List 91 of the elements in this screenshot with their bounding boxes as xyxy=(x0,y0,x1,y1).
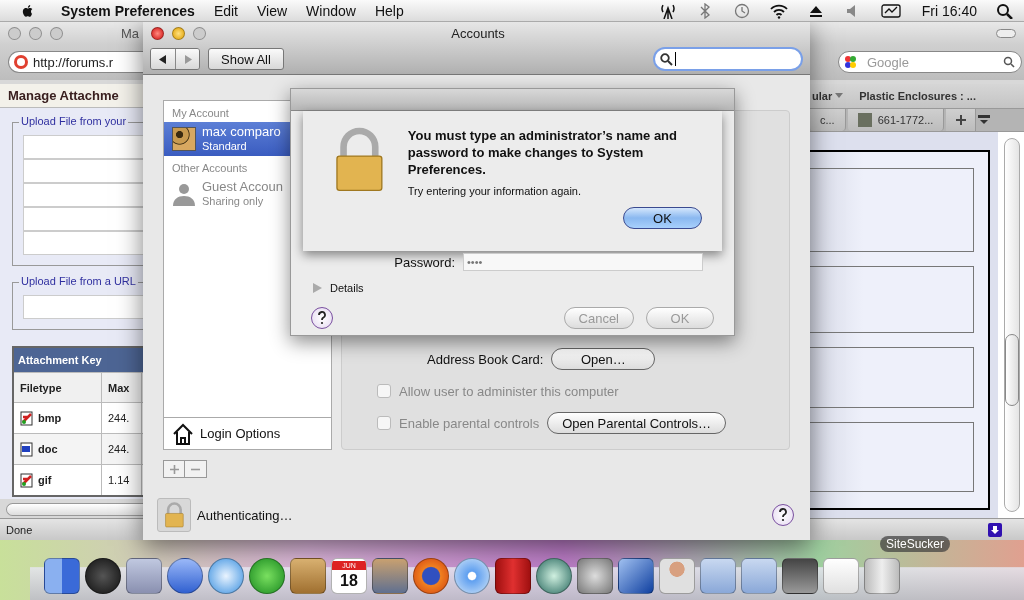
bookmark-item[interactable]: Plastic Enclosures : ... xyxy=(859,90,976,102)
dropdown-icon xyxy=(835,93,844,99)
group-legend: Upload File from your xyxy=(19,115,129,127)
checkbox-label: Allow user to administer this computer xyxy=(399,383,619,399)
person-silhouette-icon xyxy=(172,182,196,206)
alert-title: You must type an administrator’s name and password to make changes to System Preferences. xyxy=(407,127,678,178)
alert-message: Try entering your information again. xyxy=(407,185,583,197)
remove-button[interactable] xyxy=(185,460,207,478)
menu-item[interactable]: Edit xyxy=(213,2,238,19)
toolbar-toggle-button[interactable] xyxy=(996,28,1016,38)
search-icon xyxy=(660,52,673,66)
back-button[interactable] xyxy=(151,49,175,69)
app-icon[interactable] xyxy=(618,558,654,594)
down-arrow-icon xyxy=(991,525,999,534)
address-field[interactable]: http://forums.r xyxy=(8,51,143,73)
person-icon[interactable] xyxy=(659,558,695,594)
question-mark-icon xyxy=(317,311,327,325)
menu-item[interactable]: Window xyxy=(306,2,356,19)
account-name: Guest Accoun xyxy=(202,180,283,194)
lock-button[interactable] xyxy=(157,498,191,532)
group-legend: Upload File from a URL xyxy=(19,275,138,287)
table-cell: gif xyxy=(14,465,102,495)
show-all-button[interactable]: Show All xyxy=(208,48,284,70)
account-name: max comparo xyxy=(202,125,281,139)
open-button[interactable]: Open… xyxy=(551,348,656,370)
input-field[interactable] xyxy=(23,231,143,255)
input-field[interactable] xyxy=(23,183,143,207)
music-disc-icon[interactable] xyxy=(454,558,490,594)
new-tab-button[interactable] xyxy=(946,109,977,131)
zoom-button[interactable] xyxy=(50,26,63,40)
close-button[interactable] xyxy=(8,26,21,40)
right-triangle-icon xyxy=(183,54,192,64)
checkbox-label: Enable parental controls xyxy=(399,415,540,431)
account-type: Sharing only xyxy=(202,194,265,208)
wifi-icon[interactable] xyxy=(769,2,788,19)
plus-icon xyxy=(955,115,966,125)
input-field[interactable] xyxy=(23,295,143,319)
window-title: Accounts xyxy=(450,25,506,41)
help-button[interactable] xyxy=(311,307,333,329)
details-label: Details xyxy=(330,282,364,294)
section-header: My Account xyxy=(171,106,230,121)
add-button[interactable] xyxy=(163,460,185,478)
search-icon xyxy=(1003,56,1015,68)
scrollbar[interactable] xyxy=(1004,138,1020,512)
status-text: Done xyxy=(6,523,33,536)
image-file-icon xyxy=(20,410,34,426)
account-picture xyxy=(172,127,196,151)
menu-item[interactable]: Help xyxy=(374,2,404,19)
download-icon[interactable] xyxy=(988,522,1002,537)
account-type: Standard xyxy=(202,139,248,153)
word-document-icon xyxy=(20,441,34,457)
question-mark-icon xyxy=(778,508,788,522)
plus-icon xyxy=(169,464,179,474)
input-field[interactable] xyxy=(23,135,143,159)
close-button[interactable] xyxy=(151,26,164,40)
lock-status: Authenticating… xyxy=(197,507,293,523)
antenna-icon[interactable] xyxy=(658,2,677,19)
password-field[interactable]: •••• xyxy=(463,253,703,271)
app-icon[interactable] xyxy=(249,558,285,594)
zoom-button[interactable] xyxy=(193,26,206,40)
menu-clock[interactable]: Fri 16:40 xyxy=(921,2,977,19)
login-options-item[interactable]: Login Options xyxy=(164,417,331,449)
image-file-icon xyxy=(20,472,34,488)
menu-item[interactable]: View xyxy=(257,2,288,19)
scrollbar[interactable] xyxy=(6,503,143,516)
browser-tab[interactable]: 661-1772... xyxy=(847,109,945,131)
ok-button[interactable]: OK xyxy=(623,207,702,229)
bookmark-item[interactable]: ular xyxy=(812,90,844,102)
app-menu[interactable]: System Preferences xyxy=(61,2,195,19)
field-label: Password: xyxy=(393,254,455,270)
dock-app-label: SiteSucker xyxy=(880,536,951,552)
left-triangle-icon xyxy=(159,54,167,64)
page-heading: Manage Attachme xyxy=(0,84,143,108)
house-icon xyxy=(172,422,194,445)
search-field[interactable] xyxy=(653,47,803,71)
minimize-button[interactable] xyxy=(172,26,185,40)
input-field[interactable] xyxy=(23,159,143,183)
help-button[interactable] xyxy=(772,504,794,526)
minimize-button[interactable] xyxy=(29,26,42,40)
tab-list-icon[interactable] xyxy=(978,115,991,125)
table-title: Attachment Key xyxy=(14,348,143,372)
thumbnail-icon xyxy=(857,113,872,127)
input-field[interactable] xyxy=(23,207,143,231)
search-icon[interactable] xyxy=(996,2,1014,19)
section-header: Other Accounts xyxy=(171,161,249,176)
browser-tab[interactable]: c... xyxy=(810,109,846,131)
table-cell: 1.14 xyxy=(102,465,142,495)
disclosure-triangle-icon[interactable] xyxy=(313,283,322,293)
padlock-icon xyxy=(163,502,185,528)
window-title: Ma xyxy=(121,25,140,41)
field-label: Address Book Card: xyxy=(427,351,544,367)
